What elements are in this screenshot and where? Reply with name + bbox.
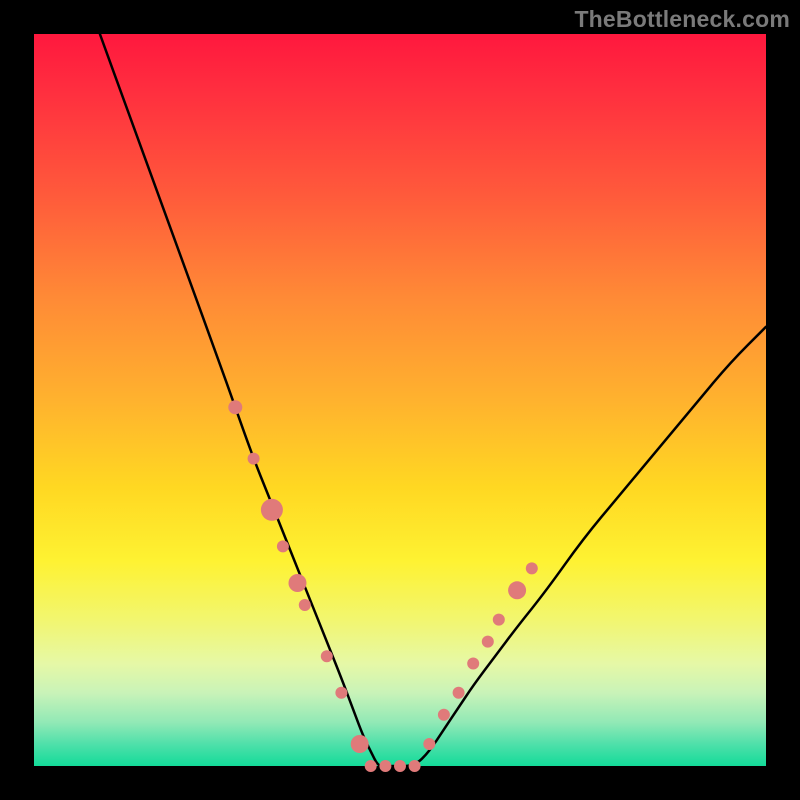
data-marker	[438, 709, 450, 721]
data-marker	[379, 760, 391, 772]
plot-area	[34, 34, 766, 766]
data-marker	[228, 400, 242, 414]
data-marker	[277, 540, 289, 552]
data-marker	[335, 687, 347, 699]
data-marker	[409, 760, 421, 772]
data-marker	[365, 760, 377, 772]
data-marker	[508, 581, 526, 599]
data-marker	[482, 636, 494, 648]
watermark-text: TheBottleneck.com	[574, 6, 790, 33]
data-marker	[493, 614, 505, 626]
data-marker	[299, 599, 311, 611]
chart-svg	[34, 34, 766, 766]
data-marker	[261, 499, 283, 521]
data-marker	[453, 687, 465, 699]
frame: TheBottleneck.com	[0, 0, 800, 800]
data-marker	[351, 735, 369, 753]
bottleneck-curve	[100, 34, 766, 766]
data-marker	[248, 453, 260, 465]
data-marker	[289, 574, 307, 592]
data-marker	[321, 650, 333, 662]
data-marker	[394, 760, 406, 772]
data-marker	[423, 738, 435, 750]
data-marker	[467, 658, 479, 670]
marker-group	[228, 400, 538, 772]
data-marker	[526, 562, 538, 574]
